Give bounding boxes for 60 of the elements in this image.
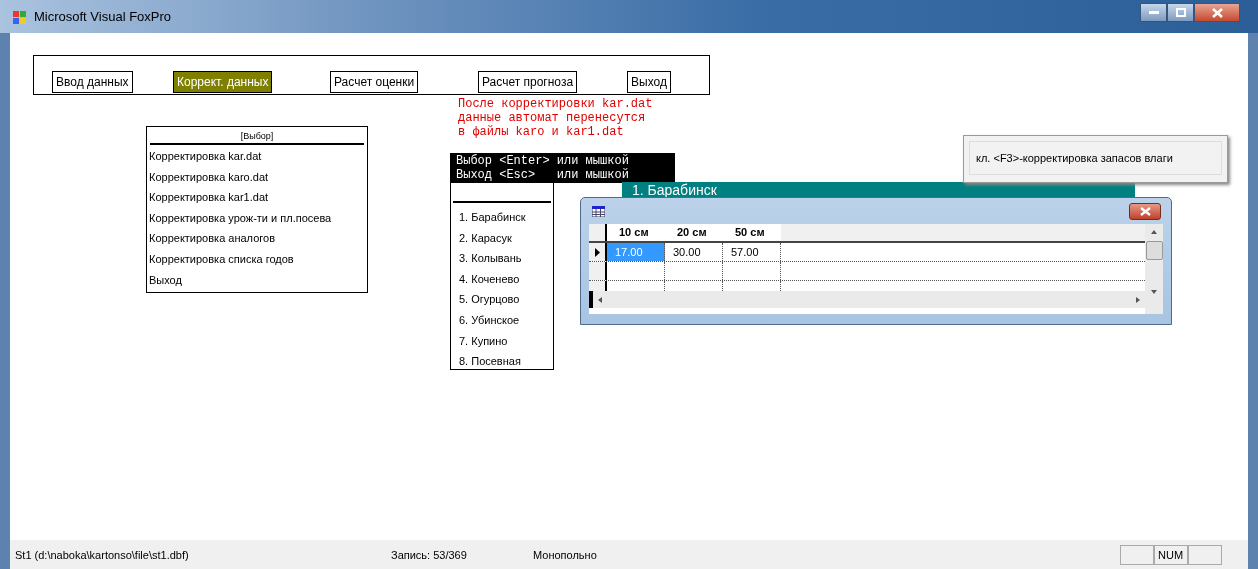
scroll-up-icon[interactable] xyxy=(1151,230,1157,234)
list-item[interactable]: 3. Колывань xyxy=(451,248,553,269)
column-header[interactable]: 50 см xyxy=(723,224,781,241)
scroll-down-icon[interactable] xyxy=(1151,290,1157,294)
status-text: Монопольно xyxy=(533,548,597,561)
note-text: После корректировки kar.dat xyxy=(458,97,653,111)
window-title: Microsoft Visual FoxPro xyxy=(34,9,172,24)
status-cell xyxy=(1120,544,1154,565)
menu-item[interactable]: Корректировка kar1.dat xyxy=(147,187,367,208)
station-header: 1. Барабинск xyxy=(632,182,717,198)
close-button[interactable] xyxy=(1129,202,1161,220)
list-item[interactable]: 7. Купино xyxy=(451,330,553,352)
popup-title: [Выбор] xyxy=(240,131,274,141)
maximize-icon xyxy=(1175,8,1186,17)
table-icon xyxy=(592,205,605,217)
table-cell[interactable]: 30.00 xyxy=(665,243,723,261)
column-header[interactable]: 10 см xyxy=(607,224,665,241)
status-cell xyxy=(1188,544,1222,565)
menu-button[interactable]: Ввод данных xyxy=(52,71,133,93)
menu-item[interactable]: Выход xyxy=(147,269,367,291)
menu-button[interactable]: Расчет оценки xyxy=(330,71,419,93)
close-button[interactable] xyxy=(1194,3,1240,22)
menu-item[interactable]: Корректировка урож-ти и пл.посева xyxy=(147,207,367,229)
hint-text: Выбор <Enter> или мышкой xyxy=(456,154,630,168)
horizontal-scrollbar[interactable] xyxy=(589,291,1145,308)
close-icon xyxy=(1211,7,1223,18)
list-item[interactable]: 2. Карасук xyxy=(451,227,553,249)
list-item[interactable]: 8. Посевная xyxy=(451,351,553,372)
row-header[interactable] xyxy=(589,262,607,280)
menu-button[interactable]: Коррект. данных xyxy=(173,71,273,93)
vertical-scrollbar[interactable] xyxy=(1145,224,1163,314)
menu-button[interactable]: Расчет прогноза xyxy=(478,71,578,93)
menu-item[interactable]: Корректировка списка годов xyxy=(147,248,367,270)
num-indicator: NUM xyxy=(1154,544,1188,565)
list-item[interactable]: 1. Барабинск xyxy=(451,207,553,228)
column-header[interactable]: 20 см xyxy=(665,224,723,241)
list-item[interactable]: 6. Убинское xyxy=(451,309,553,331)
scroll-left-icon[interactable] xyxy=(598,296,602,303)
status-text: Запись: 53/369 xyxy=(391,548,468,561)
maximize-button[interactable] xyxy=(1167,3,1194,22)
minimize-button[interactable] xyxy=(1140,3,1167,22)
tooltip-text: кл. <F3>-корректировка запасов влаги xyxy=(969,141,1222,175)
menu-button[interactable]: Выход xyxy=(627,71,671,93)
note-text: данные автомат перенесутся xyxy=(458,111,647,125)
scroll-right-icon[interactable] xyxy=(1136,296,1140,303)
hint-text: Выход <Esc> или мышкой xyxy=(456,168,630,182)
close-icon xyxy=(1139,206,1151,216)
list-item[interactable]: 4. Коченево xyxy=(451,268,553,290)
scroll-thumb[interactable] xyxy=(1145,240,1163,260)
app-icon xyxy=(12,8,28,25)
status-text: St1 (d:\naboka\kartonso\file\st1.dbf) xyxy=(15,548,190,561)
list-item[interactable]: 5. Огурцово xyxy=(451,289,553,310)
menu-item[interactable]: Корректировка karo.dat xyxy=(147,166,367,188)
table-cell[interactable]: 57.00 xyxy=(723,243,781,261)
note-text: в файлы karo и kar1.dat xyxy=(458,125,625,139)
menu-item[interactable]: Корректировка kar.dat xyxy=(147,146,367,167)
row-header[interactable] xyxy=(589,281,607,291)
minimize-icon xyxy=(1148,10,1159,15)
row-header[interactable] xyxy=(589,243,607,261)
menu-item[interactable]: Корректировка аналогов xyxy=(147,228,367,249)
